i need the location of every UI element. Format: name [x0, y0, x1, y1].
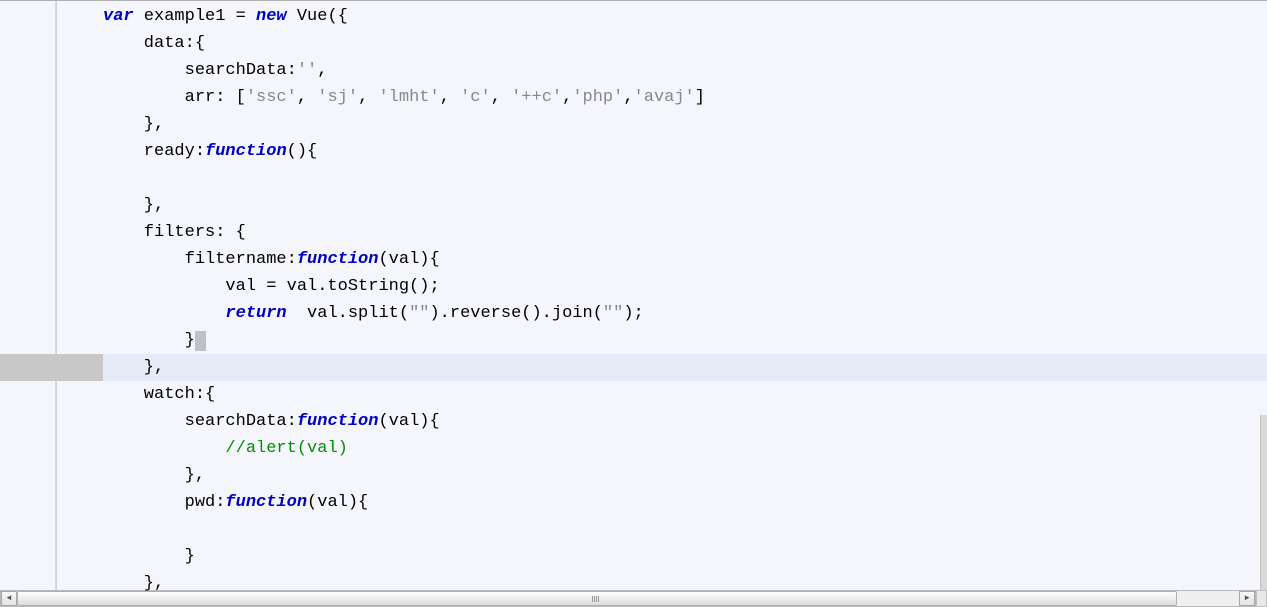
- code-token: ready:: [103, 142, 205, 161]
- code-token: pwd:: [103, 493, 225, 512]
- code-editor: var example1 = new Vue({ data:{ searchDa…: [0, 0, 1267, 590]
- modification-marker: [0, 354, 103, 381]
- code-token: (val){: [378, 250, 439, 269]
- code-line[interactable]: },: [103, 570, 1267, 597]
- code-token: 'sj': [317, 88, 358, 107]
- code-token: searchData:: [103, 61, 297, 80]
- code-token: val.split(: [287, 304, 409, 323]
- code-token: },: [103, 466, 205, 485]
- code-token: );: [623, 304, 643, 323]
- code-token: ,: [491, 88, 511, 107]
- code-token: ,: [623, 88, 633, 107]
- code-token: arr: [: [103, 88, 246, 107]
- code-token: (val){: [378, 412, 439, 431]
- code-token: 'php': [572, 88, 623, 107]
- text-cursor: [195, 331, 206, 351]
- code-token: function: [225, 493, 307, 512]
- code-token: 'c': [460, 88, 491, 107]
- code-token: [103, 304, 225, 323]
- code-token: "": [409, 304, 429, 323]
- code-line[interactable]: arr: ['ssc', 'sj', 'lmht', 'c', '++c','p…: [103, 84, 1267, 111]
- code-line[interactable]: ready:function(){: [103, 138, 1267, 165]
- code-token: ,: [297, 88, 317, 107]
- code-token: new: [256, 7, 287, 26]
- code-token: ).reverse().join(: [429, 304, 602, 323]
- code-line[interactable]: watch:{: [103, 381, 1267, 408]
- code-line[interactable]: searchData:'',: [103, 57, 1267, 84]
- code-token: 'lmht': [378, 88, 439, 107]
- code-line[interactable]: },: [103, 354, 1267, 381]
- code-token: [103, 439, 225, 458]
- code-token: val = val.toString();: [103, 277, 440, 296]
- code-line[interactable]: [103, 516, 1267, 543]
- code-line[interactable]: },: [103, 111, 1267, 138]
- code-token: function: [297, 250, 379, 269]
- scroll-left-button[interactable]: ◄: [1, 591, 17, 606]
- code-token: ,: [562, 88, 572, 107]
- code-token: data:{: [103, 34, 205, 53]
- code-token: ,: [358, 88, 378, 107]
- code-area[interactable]: var example1 = new Vue({ data:{ searchDa…: [103, 1, 1267, 590]
- code-token: },: [103, 574, 164, 593]
- code-token: 'avaj': [634, 88, 695, 107]
- code-line[interactable]: [103, 165, 1267, 192]
- code-token: searchData:: [103, 412, 297, 431]
- code-line[interactable]: return val.split("").reverse().join("");: [103, 300, 1267, 327]
- code-token: watch:{: [103, 385, 215, 404]
- code-token: //alert(val): [225, 439, 347, 458]
- code-line[interactable]: filters: {: [103, 219, 1267, 246]
- code-line[interactable]: searchData:function(val){: [103, 408, 1267, 435]
- line-number-gutter: [0, 1, 56, 590]
- code-token: return: [225, 304, 286, 323]
- code-token: ]: [695, 88, 705, 107]
- code-line[interactable]: }: [103, 543, 1267, 570]
- code-token: },: [103, 196, 164, 215]
- code-token: example1 =: [134, 7, 256, 26]
- code-line[interactable]: },: [103, 192, 1267, 219]
- code-token: filtername:: [103, 250, 297, 269]
- code-token: },: [103, 115, 164, 134]
- code-token: Vue({: [287, 7, 348, 26]
- code-line[interactable]: }: [103, 327, 1267, 354]
- fold-bar: [56, 1, 103, 590]
- code-token: (val){: [307, 493, 368, 512]
- code-token: function: [297, 412, 379, 431]
- code-token: }: [103, 331, 195, 350]
- code-token: }: [103, 547, 195, 566]
- code-line[interactable]: },: [103, 462, 1267, 489]
- code-token: '': [297, 61, 317, 80]
- code-token: function: [205, 142, 287, 161]
- code-line[interactable]: filtername:function(val){: [103, 246, 1267, 273]
- code-token: },: [103, 358, 164, 377]
- code-line[interactable]: pwd:function(val){: [103, 489, 1267, 516]
- code-token: var: [103, 7, 134, 26]
- code-token: 'ssc': [246, 88, 297, 107]
- code-line[interactable]: var example1 = new Vue({: [103, 3, 1267, 30]
- chevron-left-icon: ◄: [7, 594, 12, 603]
- code-token: (){: [287, 142, 318, 161]
- code-token: "": [603, 304, 623, 323]
- code-line[interactable]: val = val.toString();: [103, 273, 1267, 300]
- code-token: filters: {: [103, 223, 246, 242]
- code-token: ,: [440, 88, 460, 107]
- code-token: '++c': [511, 88, 562, 107]
- code-line[interactable]: //alert(val): [103, 435, 1267, 462]
- code-line[interactable]: data:{: [103, 30, 1267, 57]
- code-token: ,: [317, 61, 327, 80]
